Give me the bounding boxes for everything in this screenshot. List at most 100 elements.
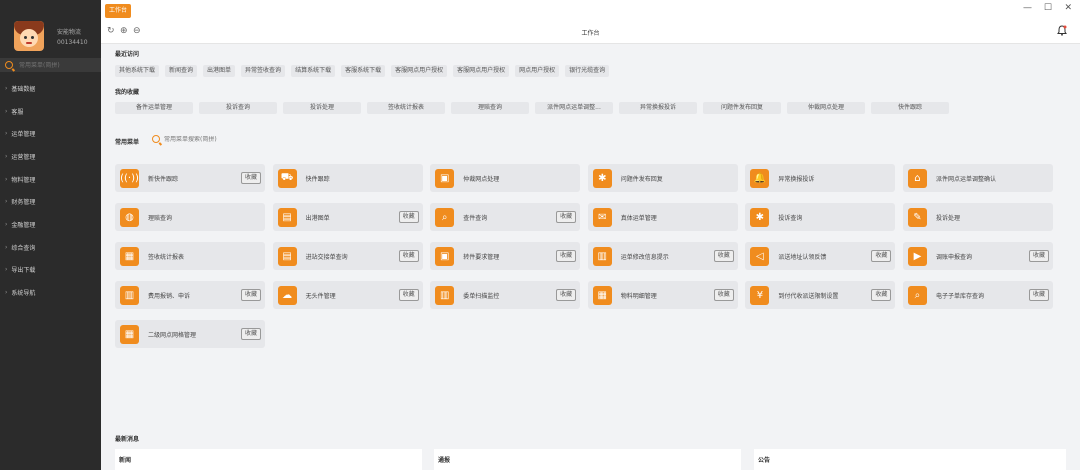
menu-card[interactable]: ▦ 二级网点网格管理 收藏 bbox=[115, 320, 265, 348]
menu-card[interactable]: 🔔 异常换报投诉 bbox=[745, 164, 896, 192]
menu-card-icon: ▥ bbox=[592, 246, 612, 266]
save-button[interactable]: 收藏 bbox=[1028, 289, 1049, 301]
favorite-item[interactable]: 快件跟踪 bbox=[871, 102, 949, 114]
sidebar-search-input[interactable] bbox=[19, 61, 99, 69]
recent-item[interactable]: 新闻查询 bbox=[165, 65, 198, 77]
recent-item[interactable]: 网点用户授权 bbox=[515, 65, 560, 77]
menu-card-icon: ▦ bbox=[592, 285, 612, 305]
menu-card[interactable]: ▦ 物料明细管理 收藏 bbox=[587, 281, 738, 309]
search-icon bbox=[152, 135, 160, 143]
menu-card[interactable]: ✎ 投诉处理 bbox=[902, 203, 1053, 231]
favorite-item[interactable]: 投诉查询 bbox=[199, 102, 277, 114]
favorite-item[interactable]: 投诉处理 bbox=[283, 102, 361, 114]
bell-icon[interactable] bbox=[1057, 25, 1067, 36]
save-button[interactable]: 收藏 bbox=[556, 211, 577, 223]
save-button[interactable]: 收藏 bbox=[713, 250, 734, 262]
sidebar-item-label: 综合查询 bbox=[11, 244, 36, 252]
menu-card-icon: ▥ bbox=[435, 285, 455, 305]
save-button[interactable]: 收藏 bbox=[871, 250, 892, 262]
menu-card[interactable]: ◁ 派送地址认领反馈 收藏 bbox=[745, 242, 896, 270]
menu-card[interactable]: ((·)) 新快件跟踪 收藏 bbox=[115, 164, 265, 192]
save-button[interactable]: 收藏 bbox=[1028, 250, 1049, 262]
favorite-item[interactable]: 理赔查询 bbox=[451, 102, 529, 114]
recent-item[interactable]: 银行光缆查询 bbox=[565, 65, 610, 77]
favorite-item[interactable]: 派件网点运单调整... bbox=[535, 102, 613, 114]
sidebar-item[interactable]: › 基础数据 bbox=[0, 77, 101, 100]
recent-item[interactable]: 客服网点用户授权 bbox=[391, 65, 448, 77]
menu-card[interactable]: ✱ 投诉查询 bbox=[745, 203, 896, 231]
sidebar-item[interactable]: › 综合查询 bbox=[0, 236, 101, 259]
save-button[interactable]: 收藏 bbox=[398, 289, 419, 301]
save-button[interactable]: 收藏 bbox=[240, 172, 261, 184]
save-button[interactable]: 收藏 bbox=[240, 328, 261, 340]
menu-card[interactable]: ▥ 委单扫描监控 收藏 bbox=[430, 281, 581, 309]
save-button[interactable]: 收藏 bbox=[556, 250, 577, 262]
close-icon[interactable]: ✕ bbox=[1064, 3, 1072, 13]
menu-card[interactable]: ▦ 签收统计报表 bbox=[115, 242, 265, 270]
menu-card[interactable]: ⌂ 派件网点运单调整确认 bbox=[902, 164, 1053, 192]
save-button[interactable]: 收藏 bbox=[871, 289, 892, 301]
sidebar-item[interactable]: › 财务管理 bbox=[0, 190, 101, 213]
menu-card[interactable]: ☁ 无头件管理 收藏 bbox=[272, 281, 423, 309]
sidebar-item[interactable]: › 客服 bbox=[0, 100, 101, 123]
chevron-right-icon: › bbox=[5, 84, 8, 92]
recent-item[interactable]: 出港图单 bbox=[203, 65, 236, 77]
menu-card[interactable]: ⌕ 电子子单库存查询 收藏 bbox=[902, 281, 1053, 309]
menu-card[interactable]: ✱ 问题件发布回复 bbox=[587, 164, 738, 192]
menu-card[interactable]: ⌕ 查件查询 收藏 bbox=[430, 203, 581, 231]
menu-card[interactable]: ▤ 出港图单 收藏 bbox=[272, 203, 423, 231]
menu-card[interactable]: ▥ 费用报销、申诉 收藏 bbox=[115, 281, 265, 309]
menu-card[interactable]: ▣ 仲裁网点处理 bbox=[430, 164, 581, 192]
menu-card[interactable]: ▥ 运单修改信息提示 收藏 bbox=[587, 242, 738, 270]
menu-card-icon: ☁ bbox=[277, 285, 297, 305]
minimize-icon[interactable]: — bbox=[1023, 3, 1032, 13]
maximize-icon[interactable]: ☐ bbox=[1044, 3, 1052, 13]
menu-card-icon: ▣ bbox=[435, 246, 455, 266]
menu-card-icon: ▤ bbox=[277, 207, 297, 227]
sidebar-item[interactable]: › 运营管理 bbox=[0, 145, 101, 168]
favorite-item[interactable]: 异常换报投诉 bbox=[619, 102, 697, 114]
favorite-item[interactable]: 签收统计报表 bbox=[367, 102, 445, 114]
save-button[interactable]: 收藏 bbox=[713, 289, 734, 301]
menu-card[interactable]: ▣ 转件要求管理 收藏 bbox=[430, 242, 581, 270]
recent-item[interactable]: 其他系统下载 bbox=[115, 65, 160, 77]
sidebar-item[interactable]: › 物料管理 bbox=[0, 168, 101, 191]
save-button[interactable]: 收藏 bbox=[398, 250, 419, 262]
menu-card[interactable]: ✉ 真体运单管理 bbox=[587, 203, 738, 231]
menu-card-label: 查件查询 bbox=[463, 214, 488, 222]
favorite-item[interactable]: 问题件发布回复 bbox=[703, 102, 781, 114]
menu-card-icon: ▦ bbox=[120, 246, 139, 266]
favorite-item[interactable]: 仲裁网点处理 bbox=[787, 102, 865, 114]
menu-card[interactable]: ¥ 到付代收派送限制设置 收藏 bbox=[745, 281, 896, 309]
menu-card[interactable]: ◍ 理赔查询 bbox=[115, 203, 265, 231]
menu-card[interactable]: ▤ 进站交接单查询 收藏 bbox=[272, 242, 423, 270]
recent-item[interactable]: 异常签收查询 bbox=[241, 65, 286, 77]
recent-item[interactable]: 结算系统下载 bbox=[291, 65, 336, 77]
recent-item[interactable]: 客服系统下载 bbox=[341, 65, 386, 77]
save-button[interactable]: 收藏 bbox=[556, 289, 577, 301]
sidebar-item-label: 物料管理 bbox=[11, 176, 36, 184]
chevron-right-icon: › bbox=[5, 175, 8, 183]
menu-card[interactable]: ⛟ 快件跟踪 bbox=[272, 164, 423, 192]
save-button[interactable]: 收藏 bbox=[240, 289, 261, 301]
sidebar-item[interactable]: › 导出下载 bbox=[0, 259, 101, 282]
menu-card-icon: ▥ bbox=[120, 285, 139, 305]
recent-item[interactable]: 客服网点用户授权 bbox=[453, 65, 510, 77]
chevron-right-icon: › bbox=[5, 130, 8, 138]
common-search-input[interactable] bbox=[164, 135, 264, 143]
favorite-item[interactable]: 备件运单管理 bbox=[115, 102, 193, 114]
menu-card[interactable]: ▶ 调账申报查询 收藏 bbox=[902, 242, 1053, 270]
menu-card-icon: ▤ bbox=[277, 246, 297, 266]
tab-workbench[interactable]: 工作台 bbox=[105, 4, 132, 18]
avatar[interactable] bbox=[14, 21, 44, 51]
menu-card-label: 派送地址认领反馈 bbox=[778, 253, 827, 261]
menu-card-label: 快件跟踪 bbox=[305, 175, 330, 183]
menu-card-icon: ◍ bbox=[120, 207, 139, 227]
save-button[interactable]: 收藏 bbox=[398, 211, 419, 223]
menu-card-icon: ¥ bbox=[750, 285, 770, 305]
sidebar-item[interactable]: › 金融管理 bbox=[0, 213, 101, 236]
sidebar-item[interactable]: › 运单管理 bbox=[0, 122, 101, 145]
sidebar-item[interactable]: › 系统导航 bbox=[0, 281, 101, 304]
chevron-right-icon: › bbox=[5, 107, 8, 115]
sidebar-item-label: 导出下载 bbox=[11, 267, 36, 275]
